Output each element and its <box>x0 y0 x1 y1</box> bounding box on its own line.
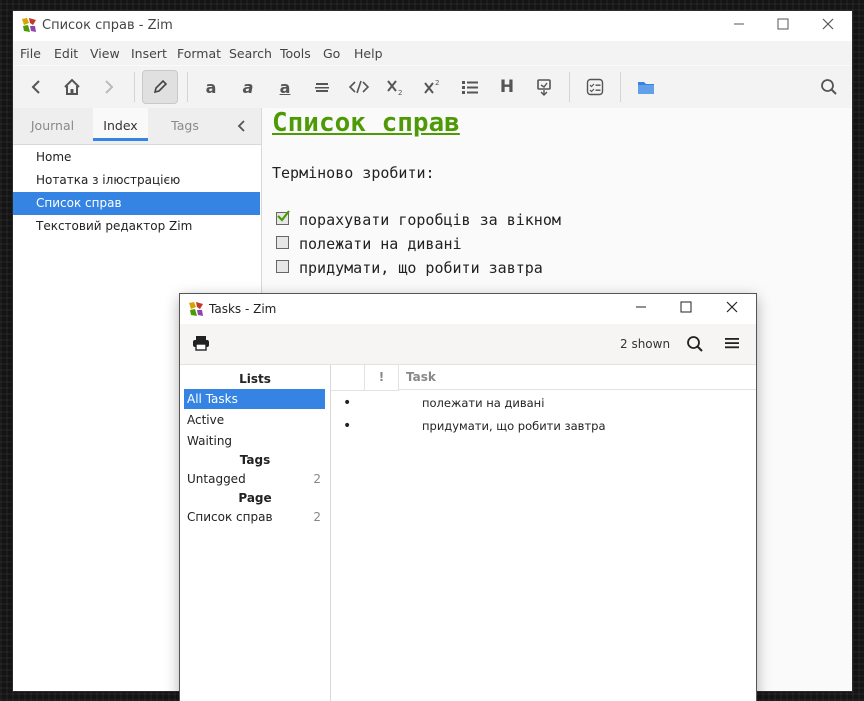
menu-file[interactable]: File <box>20 46 41 61</box>
page-label: Список справ <box>187 510 273 524</box>
folder-icon[interactable] <box>632 74 660 100</box>
tag-count: 2 <box>313 472 321 486</box>
task-row[interactable]: • полежати на дивані <box>331 392 756 414</box>
zim-app-icon <box>189 302 203 316</box>
svg-text:2: 2 <box>435 79 439 87</box>
toolbar-separator <box>134 72 135 102</box>
tab-index[interactable]: Index <box>93 108 148 141</box>
superscript-icon[interactable]: 2 <box>419 74 447 100</box>
list-active[interactable]: Active <box>184 410 325 430</box>
tasks-headerbar: 2 shown <box>180 324 756 365</box>
hamburger-menu-icon[interactable] <box>724 336 742 352</box>
maximize-icon[interactable] <box>772 15 794 37</box>
list-waiting[interactable]: Waiting <box>184 431 325 451</box>
sidebar-tabs: Journal Index Tags <box>13 108 261 145</box>
toolbar: a a a 2 2 H <box>13 66 852 109</box>
column-task[interactable]: Task <box>399 365 756 390</box>
task-text: полежати на дивані <box>299 235 462 253</box>
section-page: Page <box>238 491 272 505</box>
task-text: придумати, що робити завтра <box>299 259 543 277</box>
index-item-illustration-note[interactable]: Нотатка з ілюстрацією <box>13 169 260 192</box>
strikethrough-icon[interactable] <box>308 74 336 100</box>
tab-tags[interactable]: Tags <box>149 108 221 144</box>
search-icon[interactable] <box>815 74 843 100</box>
task-row-text: придумати, що робити завтра <box>422 419 606 433</box>
page-count: 2 <box>313 510 321 524</box>
forward-icon[interactable] <box>95 74 123 100</box>
toolbar-separator <box>569 72 570 102</box>
bullet-list-icon[interactable] <box>456 74 484 100</box>
index-item-home[interactable]: Home <box>13 146 260 169</box>
task-bullet: • <box>343 395 352 411</box>
shown-count: 2 shown <box>620 337 671 351</box>
heading-icon[interactable]: H <box>493 74 521 100</box>
close-icon[interactable] <box>817 15 839 37</box>
task-row-text: полежати на дивані <box>422 396 545 410</box>
index-item-zim-text-editor[interactable]: Текстовий редактор Zim <box>13 215 260 238</box>
tag-untagged[interactable]: Untagged 2 <box>184 469 325 489</box>
code-icon[interactable] <box>345 74 373 100</box>
page-heading: Список справ <box>272 108 460 138</box>
back-icon[interactable] <box>22 74 50 100</box>
tag-label: Untagged <box>187 472 246 486</box>
subscript-icon[interactable]: 2 <box>382 74 410 100</box>
task-bullet: • <box>343 418 352 434</box>
index-item-todo-list[interactable]: Список справ <box>13 192 260 215</box>
task-row[interactable]: • придумати, що робити завтра <box>331 415 756 437</box>
menu-tools[interactable]: Tools <box>280 46 311 61</box>
task-checkbox-done[interactable] <box>276 210 290 225</box>
edit-pencil-icon[interactable] <box>142 70 178 104</box>
menu-go[interactable]: Go <box>323 46 340 61</box>
tasks-window-title: Tasks - Zim <box>209 302 277 316</box>
task-filter-pane: Lists All Tasks Active Waiting Tags Unta… <box>180 365 331 701</box>
toolbar-separator <box>620 72 621 102</box>
print-icon[interactable] <box>192 335 212 353</box>
close-icon[interactable] <box>721 298 743 320</box>
tab-journal[interactable]: Journal <box>13 108 92 144</box>
tasks-titlebar: Tasks - Zim <box>180 294 756 324</box>
task-text: порахувати горобців за вікном <box>299 211 561 229</box>
insert-image-icon[interactable] <box>530 74 558 100</box>
menu-view[interactable]: View <box>90 46 120 61</box>
titlebar: Список справ - Zim <box>13 11 852 41</box>
task-checkbox[interactable] <box>276 260 289 273</box>
zim-app-icon <box>22 18 36 32</box>
task-list-pane: ! Task • полежати на дивані • придумати,… <box>331 365 756 701</box>
menu-help[interactable]: Help <box>354 46 383 61</box>
home-icon[interactable] <box>58 74 86 100</box>
page-intro: Терміново зробити: <box>272 164 435 182</box>
tasks-window: Tasks - Zim 2 shown Lists All Tasks Acti… <box>180 294 756 701</box>
page-filter-item[interactable]: Список справ 2 <box>184 507 325 527</box>
column-bullet[interactable] <box>331 365 365 391</box>
menu-format[interactable]: Format <box>177 46 221 61</box>
minimize-icon[interactable] <box>630 298 652 320</box>
section-tags: Tags <box>239 453 271 467</box>
toolbar-separator <box>187 72 188 102</box>
menu-insert[interactable]: Insert <box>131 46 167 61</box>
search-icon[interactable] <box>686 335 706 355</box>
bold-icon[interactable]: a <box>197 74 225 100</box>
menubar: File Edit View Insert Format Search Tool… <box>13 41 852 65</box>
window-title: Список справ - Zim <box>42 18 173 33</box>
list-all-tasks[interactable]: All Tasks <box>184 389 325 409</box>
minimize-icon[interactable] <box>728 15 750 37</box>
italic-icon[interactable]: a <box>234 74 262 100</box>
column-priority[interactable]: ! <box>365 365 399 391</box>
svg-text:2: 2 <box>398 89 402 96</box>
section-lists: Lists <box>239 372 271 386</box>
underline-icon[interactable]: a <box>271 74 299 100</box>
collapse-sidebar-icon[interactable] <box>228 108 254 144</box>
menu-edit[interactable]: Edit <box>54 46 78 61</box>
task-list-icon[interactable] <box>581 74 609 100</box>
menu-search[interactable]: Search <box>229 46 272 61</box>
task-checkbox[interactable] <box>276 236 289 249</box>
maximize-icon[interactable] <box>675 298 697 320</box>
